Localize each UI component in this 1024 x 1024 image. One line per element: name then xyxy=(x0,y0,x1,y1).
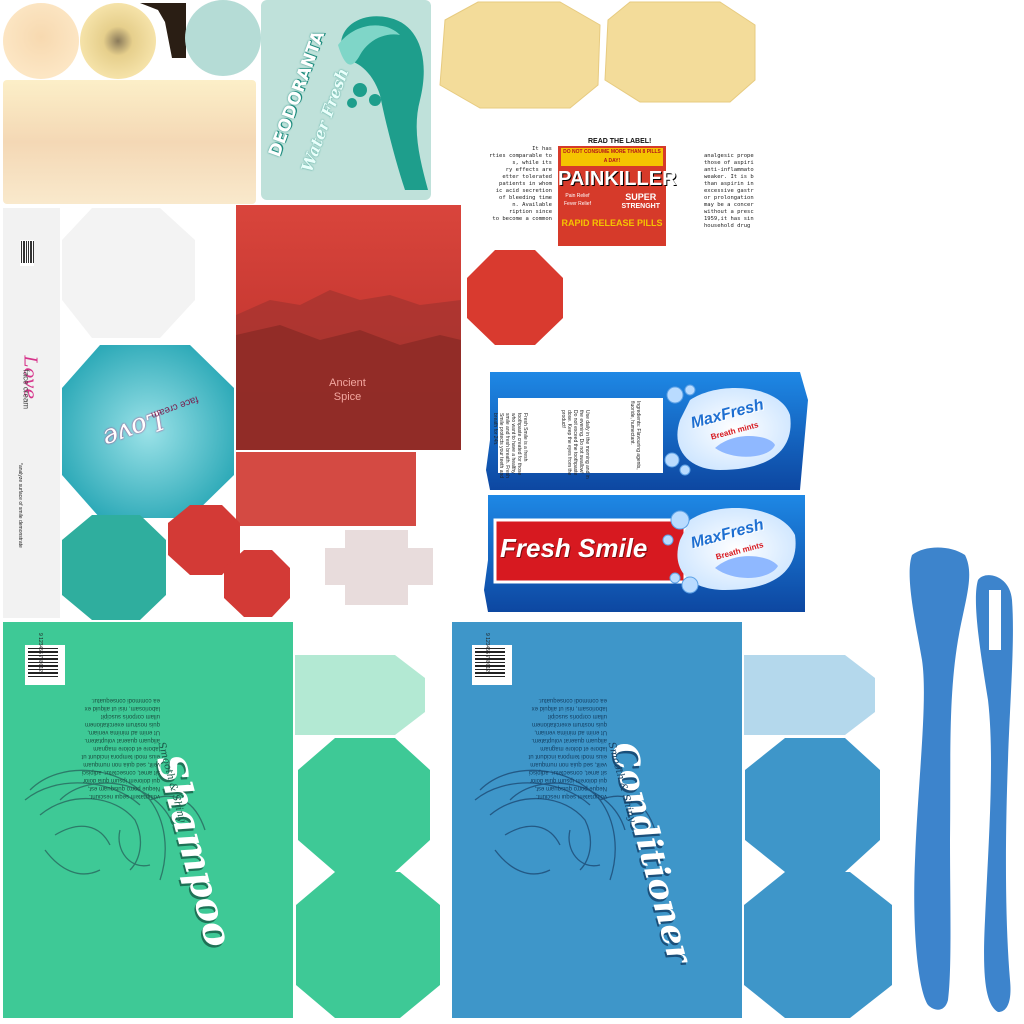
painkiller-relief-2: Fever Relief xyxy=(564,201,591,207)
shampoo-cap-2 xyxy=(296,872,440,1018)
soap-slice-1 xyxy=(439,1,601,109)
conditioner-cap-1 xyxy=(745,738,880,872)
red-small-cap-2 xyxy=(224,550,290,617)
face-cream-side-label xyxy=(3,208,60,618)
toothpaste-description: Fresh Smile is a fresh toothpaste create… xyxy=(492,413,528,479)
face-cream-side-product: face cream xyxy=(21,369,31,410)
ancient-spice-line1: Ancient xyxy=(329,377,366,389)
shampoo-cap-1 xyxy=(298,738,430,872)
face-cream-lid-top xyxy=(62,208,195,338)
barcode-face-cream xyxy=(20,240,34,266)
fresh-smile-banner: Fresh Smile xyxy=(500,533,648,563)
soap-circle-1 xyxy=(3,3,79,79)
toothbrush-slot xyxy=(989,590,1001,650)
shampoo-cap-top xyxy=(295,655,425,735)
painkiller-strength-2: STRENGHT xyxy=(621,203,661,210)
mint-circle xyxy=(185,0,261,76)
painkiller-strength-1: SUPER xyxy=(625,192,657,202)
painkiller-header: READ THE LABEL! xyxy=(588,138,652,145)
painkiller-footer: RAPID RELEASE PILLS xyxy=(561,218,663,228)
toothpaste-usage: Use daily in the morning and in the even… xyxy=(560,410,590,479)
conditioner-cap-top xyxy=(744,655,875,735)
conditioner-cap-2 xyxy=(744,872,892,1018)
painkiller-left-text: It has rties comparable to s, while its … xyxy=(489,146,552,222)
toothpaste-ingredients: Ingredients: Flavouring agents, fluoride… xyxy=(629,401,641,470)
soap-bar xyxy=(3,80,256,204)
soap-slice-2 xyxy=(604,1,756,103)
painkiller-relief-1: Pain Relief xyxy=(565,193,590,199)
ancient-spice-flap xyxy=(236,452,416,526)
shampoo-lorem: voluptatem sequi nesciunt. Neque porro q… xyxy=(81,697,160,799)
face-cream-info: *analyze surface of smile demonstrate xyxy=(17,463,23,548)
conditioner-lorem: voluptatem sequi nesciunt. Neque porro q… xyxy=(528,697,607,799)
painkiller-label: DO NOT CONSUME MORE THAN 8 PILLS A DAY! … xyxy=(558,146,677,246)
painkiller-warning: DO NOT CONSUME MORE THAN 8 PILLS A DAY! xyxy=(561,148,663,166)
teal-octagon xyxy=(62,515,166,620)
conditioner-barcode-number: 9 123456 789012 xyxy=(484,633,490,672)
ancient-spice-line2: Spice xyxy=(333,391,362,403)
shampoo-barcode-number: 9 123456 789012 xyxy=(37,633,43,672)
toothbrush-handle-1 xyxy=(909,547,970,1010)
painkiller-right-text: analgesic prope those of aspiri anti-inf… xyxy=(704,153,754,229)
soap-circle-2 xyxy=(80,3,156,79)
conditioner-barcode xyxy=(472,645,512,685)
red-cap xyxy=(467,250,563,345)
ancient-spice-label: Ancient Spice xyxy=(300,376,395,404)
shampoo-barcode xyxy=(25,645,65,685)
painkiller-title: PAINKILLER xyxy=(558,168,677,190)
pale-cross-shape xyxy=(325,530,433,605)
